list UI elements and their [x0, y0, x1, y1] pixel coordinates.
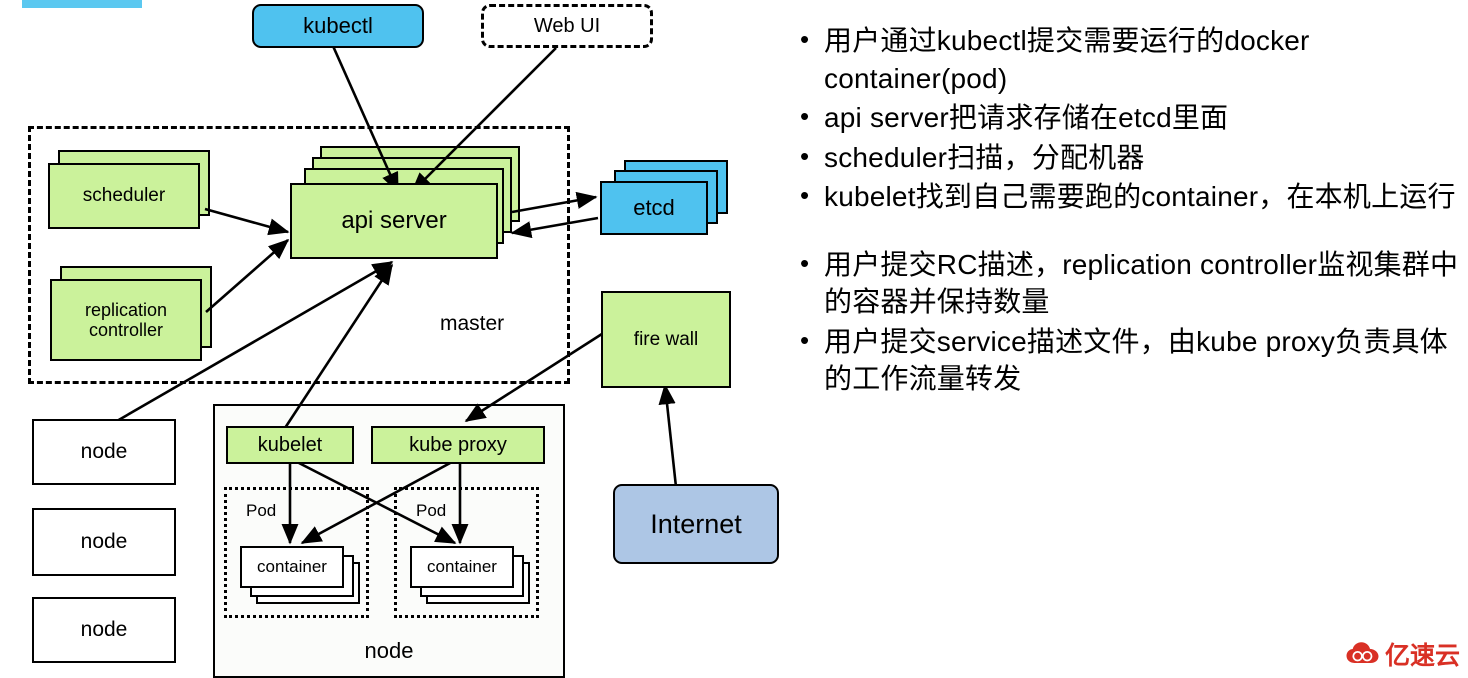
note-bullet-icon: • — [800, 180, 810, 211]
internet-box[interactable]: Internet — [613, 484, 779, 564]
etcd-box[interactable]: etcd — [600, 181, 708, 235]
notes-panel: • 用户通过kubectl提交需要运行的docker container(pod… — [800, 22, 1460, 400]
scheduler-box[interactable]: scheduler — [48, 163, 200, 229]
node-box-2[interactable]: node — [32, 508, 176, 576]
note-bullet-icon: • — [800, 24, 810, 54]
note-item-5: • 用户提交RC描述，replication controller监视集群中的容… — [800, 246, 1460, 321]
replication-controller-label-line1: replication — [84, 299, 168, 320]
note-text-4: kubelet找到自己需要跑的container，在本机上运行 — [824, 181, 1456, 213]
master-label: master — [440, 312, 505, 335]
cloud-logo-icon — [1346, 642, 1379, 663]
note-text-2: api server把请求存储在etcd里面 — [824, 102, 1229, 134]
watermark-text: 亿速云 — [1384, 642, 1460, 670]
note-item-6: • 用户提交service描述文件，由kube proxy负责具体的工作流量转发 — [800, 323, 1460, 398]
note-item-3: • scheduler扫描，分配机器 — [800, 139, 1460, 177]
note-item-1: • 用户通过kubectl提交需要运行的docker container(pod… — [800, 22, 1460, 97]
fire-wall-box[interactable]: fire wall — [601, 291, 731, 388]
replication-controller-box[interactable]: replication controller — [50, 279, 202, 361]
top-accent-bar — [22, 0, 142, 8]
kube-proxy-box[interactable]: kube proxy — [371, 426, 545, 464]
note-bullet-icon: • — [800, 101, 810, 132]
note-text-5: 用户提交RC描述，replication controller监视集群中的容器并… — [824, 248, 1459, 318]
container-box-2[interactable]: container — [410, 546, 514, 588]
note-bullet-icon: • — [800, 324, 810, 355]
kubelet-box[interactable]: kubelet — [226, 426, 354, 464]
note-item-4: • kubelet找到自己需要跑的container，在本机上运行 — [800, 178, 1460, 216]
worker-node-label: node — [364, 638, 414, 663]
container-box-1[interactable]: container — [240, 546, 344, 588]
replication-controller-label-line2: controller — [88, 320, 164, 340]
kubectl-box[interactable]: kubectl — [252, 4, 424, 48]
node-box-1[interactable]: node — [32, 419, 176, 485]
pod-label-2: Pod — [416, 501, 447, 520]
note-bullet-icon: • — [800, 140, 810, 171]
note-text-6: 用户提交service描述文件，由kube proxy负责具体的工作流量转发 — [824, 325, 1448, 395]
note-text-1: 用户通过kubectl提交需要运行的docker container(pod) — [824, 25, 1310, 94]
web-ui-box[interactable]: Web UI — [481, 4, 653, 48]
pod-label-1: Pod — [246, 501, 277, 520]
node-box-3[interactable]: node — [32, 597, 176, 663]
notes-spacer — [800, 218, 1460, 246]
note-text-3: scheduler扫描，分配机器 — [824, 141, 1145, 173]
note-item-2: • api server把请求存储在etcd里面 — [800, 99, 1460, 137]
note-bullet-icon: • — [800, 247, 810, 278]
api-server-box[interactable]: api server — [290, 183, 498, 259]
watermark: 亿速云 — [1346, 636, 1460, 672]
